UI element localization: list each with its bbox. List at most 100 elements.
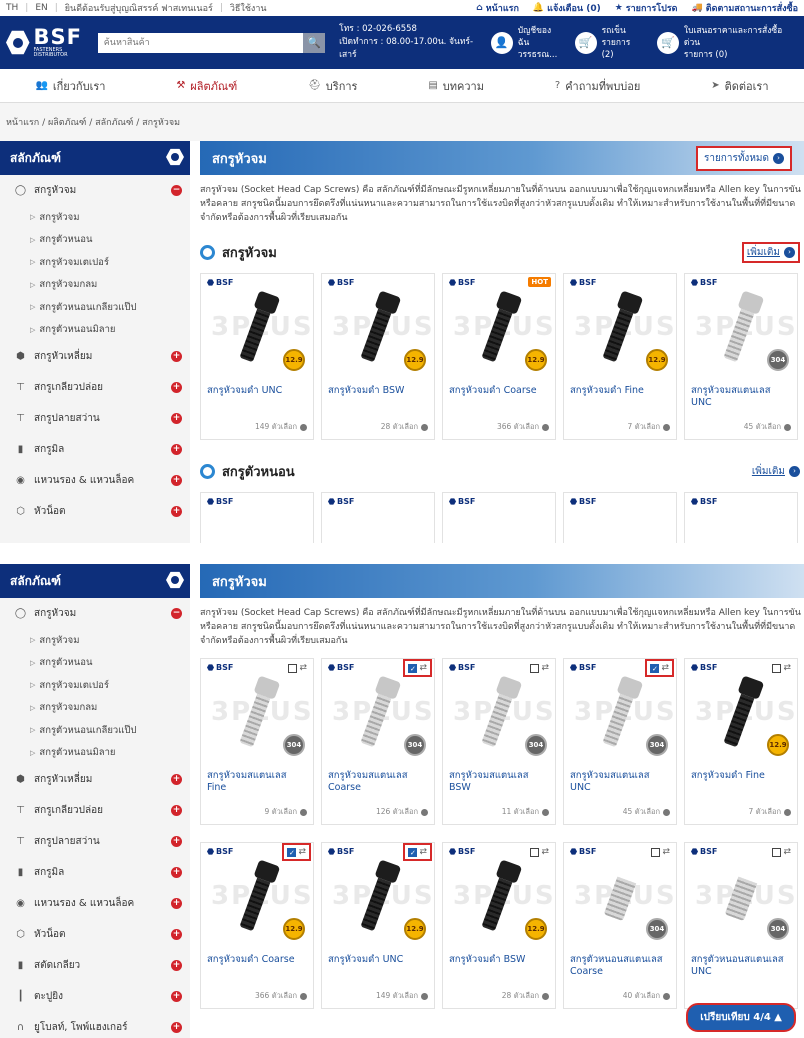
product-card[interactable]: BSF3PLUS304⇄สกรูตัวหนอนสแตนเลส Coarse40 …	[563, 842, 677, 1009]
expand-icon[interactable]: +	[171, 351, 182, 362]
collapse-icon[interactable]: −	[171, 185, 182, 196]
cart-menu[interactable]: 🛒 รถเข็น รายการ (2)	[574, 25, 645, 61]
compare-checkbox[interactable]	[651, 847, 661, 857]
product-image[interactable]: BSF3PLUS12.9✓⇄	[322, 843, 434, 948]
product-name[interactable]: สกรูหัวจมสแตนเลส Coarse	[322, 764, 434, 806]
sidebar-subitem[interactable]: สกรูตัวหนอนเกลียวแป๊ป	[0, 296, 190, 319]
product-name[interactable]: สกรูหัวจมดำ BSW	[322, 379, 434, 421]
product-image[interactable]: BSF3PLUS304⇄	[201, 659, 313, 764]
quote-menu[interactable]: 🛒 ใบเสนอราคาและการสั่งซื้อด่วน รายการ (0)	[656, 25, 798, 61]
sidebar-item-washer[interactable]: ◉ แหวนรอง & แหวนล็อค +	[0, 888, 190, 919]
compare-checkbox[interactable]	[530, 663, 540, 673]
product-card[interactable]: BSF3PLUS12.9สกรูหัวจมดำ Fine7 ตัวเลือก	[563, 273, 677, 440]
compare-checkbox[interactable]	[530, 847, 540, 857]
compare-toggle[interactable]: ⇄	[772, 663, 791, 673]
product-card[interactable]: BSF3PLUS12.9สกรูหัวจมดำ BSW28 ตัวเลือก	[321, 273, 435, 440]
product-card[interactable]: BSF	[321, 492, 435, 543]
sidebar-subitem[interactable]: สกรูตัวหนอน	[0, 652, 190, 675]
product-name[interactable]: สกรูหัวจมดำ Fine	[685, 764, 797, 806]
product-image[interactable]: BSF	[443, 493, 555, 543]
compare-checkbox[interactable]	[772, 663, 782, 673]
search-button[interactable]: 🔍	[303, 32, 326, 53]
expand-icon[interactable]: +	[171, 805, 182, 816]
product-card[interactable]: BSF3PLUS304✓⇄สกรูหัวจมสแตนเลส Coarse126 …	[321, 658, 435, 825]
track-link[interactable]: 🚚 ติดตามสถานะการสั่งซื้อ	[692, 1, 798, 15]
bsf-logo[interactable]: BSF FASTENERS DISTRIBUTOR	[6, 27, 92, 58]
product-image[interactable]: BSF3PLUS304✓⇄	[322, 659, 434, 764]
compare-button[interactable]: เปรียบเทียบ 4/4 ▲	[686, 1003, 796, 1032]
expand-icon[interactable]: +	[171, 444, 182, 455]
compare-toggle[interactable]: ⇄	[288, 663, 307, 673]
expand-icon[interactable]: +	[171, 506, 182, 517]
account-menu[interactable]: 👤 บัญชีของฉัน วรรธรณ...	[490, 25, 563, 61]
product-card[interactable]: BSF3PLUS12.9สกรูหัวจมดำ UNC149 ตัวเลือก	[200, 273, 314, 440]
product-name[interactable]: สกรูหัวจมสแตนเลส UNC	[685, 379, 797, 421]
sidebar-item-machine[interactable]: ▮ สกรูมิล +	[0, 434, 190, 465]
product-image[interactable]: BSF3PLUS12.9⇄	[685, 659, 797, 764]
product-name[interactable]: สกรูหัวจมสแตนเลส BSW	[443, 764, 555, 806]
sidebar-subitem[interactable]: สกรูหัวจมกลม	[0, 697, 190, 720]
product-image[interactable]: BSF3PLUS12.9	[322, 274, 434, 379]
product-card[interactable]: BSF	[200, 492, 314, 543]
compare-checkbox[interactable]	[772, 847, 782, 857]
product-image[interactable]: BSF3PLUS304⇄	[685, 843, 797, 948]
notify-link[interactable]: 🔔 แจ้งเตือน (0)	[533, 1, 601, 15]
sidebar-subitem[interactable]: สกรูหัวจมกลม	[0, 274, 190, 297]
expand-icon[interactable]: +	[171, 898, 182, 909]
product-image[interactable]: BSF	[685, 493, 797, 543]
collapse-icon[interactable]: −	[171, 608, 182, 619]
product-card[interactable]: BSF3PLUS12.9✓⇄สกรูหัวจมดำ Coarse366 ตัวเ…	[200, 842, 314, 1009]
product-image[interactable]: BSF3PLUS12.9	[201, 274, 313, 379]
more-link[interactable]: เพิ่มเติม ›	[741, 241, 800, 263]
product-image[interactable]: BSF3PLUS12.9	[564, 274, 676, 379]
favorites-link[interactable]: ★ รายการโปรด	[615, 1, 678, 15]
compare-toggle[interactable]: ✓ ⇄	[645, 659, 674, 677]
sidebar-item-socket-cap[interactable]: ◯ สกรูหัวจม −	[0, 598, 190, 629]
compare-checkbox[interactable]: ✓	[287, 847, 297, 857]
product-name[interactable]: สกรูหัวจมสแตนเลส UNC	[564, 764, 676, 806]
sidebar-item-drill[interactable]: ⊤ สกรูปลายสว่าน +	[0, 826, 190, 857]
product-card[interactable]: BSF3PLUS304สกรูหัวจมสแตนเลส UNC45 ตัวเลื…	[684, 273, 798, 440]
sidebar-item-nut[interactable]: ⬡ หัวน็อต +	[0, 496, 190, 527]
sidebar-item-washer[interactable]: ◉ แหวนรอง & แหวนล็อค +	[0, 465, 190, 496]
product-image[interactable]: BSF3PLUS304⇄	[443, 659, 555, 764]
nav-services[interactable]: ⛑ บริการ	[308, 77, 357, 95]
expand-icon[interactable]: +	[171, 475, 182, 486]
product-card[interactable]: BSF3PLUS304✓⇄สกรูหัวจมสแตนเลส UNC45 ตัวเ…	[563, 658, 677, 825]
expand-icon[interactable]: +	[171, 774, 182, 785]
lang-en[interactable]: EN	[35, 3, 47, 13]
sidebar-subitem[interactable]: สกรูหัวจม	[0, 629, 190, 652]
compare-checkbox[interactable]	[288, 663, 298, 673]
compare-toggle[interactable]: ⇄	[651, 847, 670, 857]
product-image[interactable]: BSF3PLUS304✓⇄	[564, 659, 676, 764]
compare-checkbox[interactable]: ✓	[408, 663, 418, 673]
sidebar-item-self-tapping[interactable]: ⊤ สกรูเกลียวปล่อย +	[0, 372, 190, 403]
product-name[interactable]: สกรูตัวหนอนสแตนเลส Coarse	[564, 948, 676, 990]
product-image[interactable]: BSF3PLUS12.9HOT	[443, 274, 555, 379]
compare-toggle[interactable]: ⇄	[772, 847, 791, 857]
product-image[interactable]: BSF	[201, 493, 313, 543]
sidebar-subitem[interactable]: สกรูตัวหนอนมิลาย	[0, 742, 190, 765]
product-card[interactable]: BSF	[442, 492, 556, 543]
sidebar-item-ubolt[interactable]: ∩ ยูโบลท์, โพพ์แฮงเกอร์ +	[0, 1012, 190, 1038]
compare-checkbox[interactable]: ✓	[650, 663, 660, 673]
compare-checkbox[interactable]: ✓	[408, 847, 418, 857]
sidebar-subitem[interactable]: สกรูตัวหนอนเกลียวแป๊ป	[0, 719, 190, 742]
product-image[interactable]: BSF3PLUS12.9⇄	[443, 843, 555, 948]
nav-faq[interactable]: ? คำถามที่พบบ่อย	[555, 77, 640, 95]
sidebar-item-self-tapping[interactable]: ⊤ สกรูเกลียวปล่อย +	[0, 795, 190, 826]
sidebar-subitem[interactable]: สกรูตัวหนอนมิลาย	[0, 319, 190, 342]
product-name[interactable]: สกรูหัวจมดำ UNC	[322, 948, 434, 990]
product-name[interactable]: สกรูตัวหนอนสแตนเลส UNC	[685, 948, 797, 990]
sidebar-item-hex[interactable]: ⬢ สกรูหัวเหลี่ยม +	[0, 764, 190, 795]
sidebar-item-nail[interactable]: ┃ ตะปูยิง +	[0, 981, 190, 1012]
breadcrumb[interactable]: หน้าแรก / ผลิตภัณฑ์ / สลักภัณฑ์ / สกรูหั…	[0, 103, 804, 141]
expand-icon[interactable]: +	[171, 991, 182, 1002]
product-name[interactable]: สกรูหัวจมดำ Coarse	[201, 948, 313, 990]
product-image[interactable]: BSF3PLUS304	[685, 274, 797, 379]
nav-products[interactable]: ⚒ ผลิตภัณฑ์	[176, 77, 237, 95]
sidebar-item-drill[interactable]: ⊤ สกรูปลายสว่าน +	[0, 403, 190, 434]
sidebar-subitem[interactable]: สกรูหัวจมเตเปอร์	[0, 674, 190, 697]
search-input[interactable]	[97, 32, 304, 53]
sidebar-item-stud[interactable]: ▮ สตัดเกลียว +	[0, 950, 190, 981]
